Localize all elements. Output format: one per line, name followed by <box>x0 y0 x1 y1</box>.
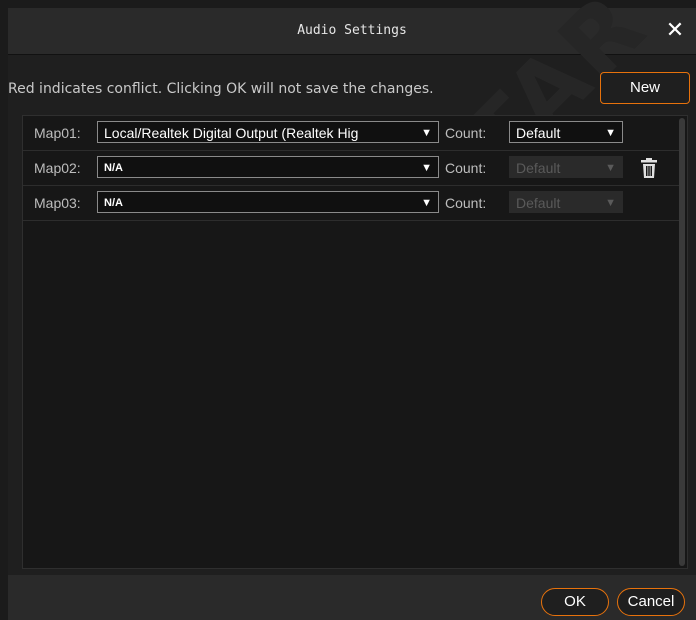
count-label: Count: <box>445 160 487 176</box>
mapping-list: Map01: Local/Realtek Digital Output (Rea… <box>22 115 688 569</box>
count-select: Default ▼ <box>509 191 623 213</box>
count-label: Count: <box>445 195 487 211</box>
device-select-value: Local/Realtek Digital Output (Realtek Hi… <box>104 125 359 141</box>
scrollbar[interactable] <box>679 118 685 566</box>
trash-icon[interactable] <box>640 157 658 179</box>
close-icon[interactable]: ✕ <box>662 18 688 44</box>
chevron-down-icon: ▼ <box>605 197 616 209</box>
list-item: Map02: N/A ▼ Count: Default ▼ <box>23 151 679 186</box>
count-select[interactable]: Default ▼ <box>509 121 623 143</box>
device-select[interactable]: N/A ▼ <box>97 156 439 178</box>
chevron-down-icon: ▼ <box>605 162 616 174</box>
count-select-value: Default <box>516 160 561 176</box>
count-select: Default ▼ <box>509 156 623 178</box>
chevron-down-icon: ▼ <box>421 127 432 139</box>
chevron-down-icon: ▼ <box>421 162 432 174</box>
new-button[interactable]: New <box>600 72 690 104</box>
list-item: Map03: N/A ▼ Count: Default ▼ <box>23 186 679 221</box>
map-label: Map03: <box>34 195 81 211</box>
device-select-value: N/A <box>104 162 123 174</box>
ok-button[interactable]: OK <box>541 588 609 616</box>
map-label: Map02: <box>34 160 81 176</box>
device-select[interactable]: Local/Realtek Digital Output (Realtek Hi… <box>97 121 439 143</box>
device-select[interactable]: N/A ▼ <box>97 191 439 213</box>
map-label: Map01: <box>34 125 81 141</box>
window-title: Audio Settings <box>297 23 407 38</box>
dialog-footer: OK Cancel <box>8 575 696 620</box>
title-bar: Audio Settings ✕ <box>8 8 696 55</box>
dialog-body: NOVASTAR Red indicates conflict. Clickin… <box>8 0 696 575</box>
count-select-value: Default <box>516 125 561 141</box>
list-item: Map01: Local/Realtek Digital Output (Rea… <box>23 116 679 151</box>
device-select-value: N/A <box>104 197 123 209</box>
count-label: Count: <box>445 125 487 141</box>
conflict-hint: Red indicates conflict. Clicking OK will… <box>8 81 434 97</box>
chevron-down-icon: ▼ <box>605 127 616 139</box>
cancel-button[interactable]: Cancel <box>617 588 685 616</box>
count-select-value: Default <box>516 195 561 211</box>
chevron-down-icon: ▼ <box>421 197 432 209</box>
